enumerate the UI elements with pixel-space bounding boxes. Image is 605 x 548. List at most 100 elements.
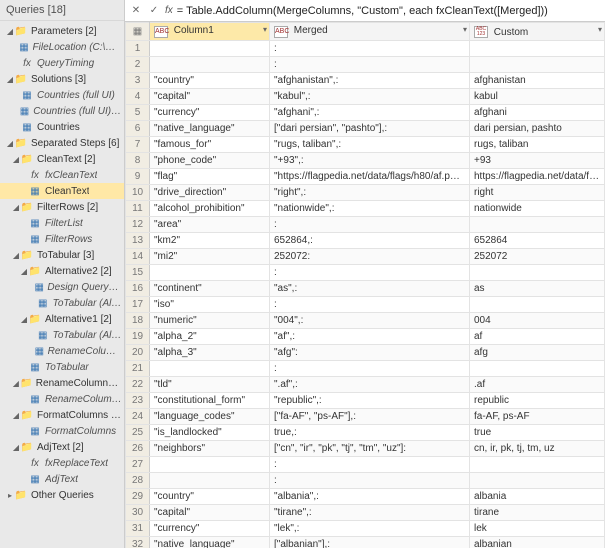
- row-number[interactable]: 6: [126, 121, 150, 137]
- row-number[interactable]: 23: [126, 393, 150, 409]
- cell[interactable]: [470, 361, 605, 377]
- cell[interactable]: "afg":: [270, 345, 470, 361]
- column-header-column1[interactable]: ABC Column1 ▾: [150, 23, 270, 41]
- cell[interactable]: "neighbors": [150, 441, 270, 457]
- cell[interactable]: dari persian, pashto: [470, 121, 605, 137]
- table-row[interactable]: 29"country""albania",:albania: [126, 489, 605, 505]
- row-number[interactable]: 25: [126, 425, 150, 441]
- cell[interactable]: as: [470, 281, 605, 297]
- cell[interactable]: "native_language": [150, 537, 270, 548]
- cell[interactable]: "language_codes": [150, 409, 270, 425]
- table-row[interactable]: 24"language_codes"["fa-AF", "ps-AF"],:fa…: [126, 409, 605, 425]
- row-number[interactable]: 15: [126, 265, 150, 281]
- formula-input[interactable]: [177, 5, 601, 17]
- table-row[interactable]: 16"continent""as",:as: [126, 281, 605, 297]
- row-number[interactable]: 12: [126, 217, 150, 233]
- cell[interactable]: :: [270, 265, 470, 281]
- cell[interactable]: "continent": [150, 281, 270, 297]
- cell[interactable]: 652864: [470, 233, 605, 249]
- row-number[interactable]: 27: [126, 457, 150, 473]
- cell[interactable]: "afghanistan",:: [270, 73, 470, 89]
- folder-node[interactable]: ◢📁Alternative2 [2]: [0, 263, 124, 279]
- query-node[interactable]: ▦ToTabular: [0, 359, 124, 375]
- expand-icon[interactable]: ▸: [6, 491, 14, 500]
- cell[interactable]: afghani: [470, 105, 605, 121]
- table-row[interactable]: 27:: [126, 457, 605, 473]
- row-number[interactable]: 19: [126, 329, 150, 345]
- table-row[interactable]: 12"area":: [126, 217, 605, 233]
- folder-node[interactable]: ◢📁Separated Steps [6]: [0, 135, 124, 151]
- folder-node[interactable]: ◢📁Parameters [2]: [0, 23, 124, 39]
- folder-node[interactable]: ◢📁FilterRows [2]: [0, 199, 124, 215]
- table-row[interactable]: 32"native_language"["albanian"],:albania…: [126, 537, 605, 548]
- cell[interactable]: rugs, taliban: [470, 137, 605, 153]
- row-number[interactable]: 9: [126, 169, 150, 185]
- cell[interactable]: "kabul",:: [270, 89, 470, 105]
- cell[interactable]: "country": [150, 73, 270, 89]
- column-header-merged[interactable]: ABC Merged ▾: [270, 23, 470, 41]
- table-row[interactable]: 26"neighbors"["cn", "ir", "pk", "tj", "t…: [126, 441, 605, 457]
- row-number[interactable]: 14: [126, 249, 150, 265]
- expand-icon[interactable]: ◢: [6, 27, 14, 36]
- cell[interactable]: "constitutional_form": [150, 393, 270, 409]
- cell[interactable]: "mi2": [150, 249, 270, 265]
- table-row[interactable]: 9"flag""https://flagpedia.net/data/flags…: [126, 169, 605, 185]
- query-node[interactable]: ▦ToTabular (Alt2): [0, 295, 124, 311]
- expand-icon[interactable]: ◢: [12, 251, 20, 260]
- cell[interactable]: true: [470, 425, 605, 441]
- folder-node[interactable]: ◢📁Alternative1 [2]: [0, 311, 124, 327]
- query-node[interactable]: ▦FormatColumns: [0, 423, 124, 439]
- folder-node[interactable]: ◢📁ToTabular [3]: [0, 247, 124, 263]
- cell[interactable]: [470, 41, 605, 57]
- row-number[interactable]: 4: [126, 89, 150, 105]
- table-row[interactable]: 21:: [126, 361, 605, 377]
- table-row[interactable]: 13"km2"652864,:652864: [126, 233, 605, 249]
- cell[interactable]: +93: [470, 153, 605, 169]
- cell[interactable]: .af: [470, 377, 605, 393]
- cell[interactable]: "is_landlocked": [150, 425, 270, 441]
- cell[interactable]: afg: [470, 345, 605, 361]
- table-row[interactable]: 2:: [126, 57, 605, 73]
- cell[interactable]: "right",:: [270, 185, 470, 201]
- expand-icon[interactable]: ◢: [20, 315, 28, 324]
- query-node[interactable]: ▦RenameColumns (A...: [0, 343, 124, 359]
- cell[interactable]: [150, 473, 270, 489]
- cell[interactable]: "af",:: [270, 329, 470, 345]
- query-node[interactable]: ▦FilterRows: [0, 231, 124, 247]
- table-row[interactable]: 7"famous_for""rugs, taliban",:rugs, tali…: [126, 137, 605, 153]
- cell[interactable]: tirane: [470, 505, 605, 521]
- row-number[interactable]: 17: [126, 297, 150, 313]
- dropdown-icon[interactable]: ▾: [598, 25, 602, 34]
- cell[interactable]: "+93",:: [270, 153, 470, 169]
- cell[interactable]: "native_language": [150, 121, 270, 137]
- fx-node[interactable]: fxfxReplaceText: [0, 455, 124, 471]
- table-row[interactable]: 19"alpha_2""af",:af: [126, 329, 605, 345]
- cell[interactable]: [150, 457, 270, 473]
- row-number[interactable]: 28: [126, 473, 150, 489]
- cell[interactable]: [150, 57, 270, 73]
- cell[interactable]: right: [470, 185, 605, 201]
- fx-node[interactable]: fxfxCleanText: [0, 167, 124, 183]
- cell[interactable]: [470, 57, 605, 73]
- expand-icon[interactable]: ◢: [20, 267, 28, 276]
- cell[interactable]: ["dari persian", "pashto"],:: [270, 121, 470, 137]
- cell[interactable]: "capital": [150, 505, 270, 521]
- table-row[interactable]: 8"phone_code""+93",:+93: [126, 153, 605, 169]
- cell[interactable]: "alpha_3": [150, 345, 270, 361]
- cell[interactable]: "alcohol_prohibition": [150, 201, 270, 217]
- query-node[interactable]: ▦Design Query_Trans...: [0, 279, 124, 295]
- cell[interactable]: [150, 265, 270, 281]
- row-number[interactable]: 21: [126, 361, 150, 377]
- cell[interactable]: :: [270, 217, 470, 233]
- cell[interactable]: "lek",:: [270, 521, 470, 537]
- row-number[interactable]: 32: [126, 537, 150, 548]
- cell[interactable]: ["cn", "ir", "pk", "tj", "tm", "uz"]:: [270, 441, 470, 457]
- table-row[interactable]: 11"alcohol_prohibition""nationwide",:nat…: [126, 201, 605, 217]
- expand-icon[interactable]: ◢: [12, 443, 20, 452]
- table-row[interactable]: 28:: [126, 473, 605, 489]
- dropdown-icon[interactable]: ▾: [463, 25, 467, 34]
- cell[interactable]: albanian: [470, 537, 605, 548]
- expand-icon[interactable]: ◢: [12, 411, 20, 420]
- cell[interactable]: "afghani",:: [270, 105, 470, 121]
- table-row[interactable]: 10"drive_direction""right",:right: [126, 185, 605, 201]
